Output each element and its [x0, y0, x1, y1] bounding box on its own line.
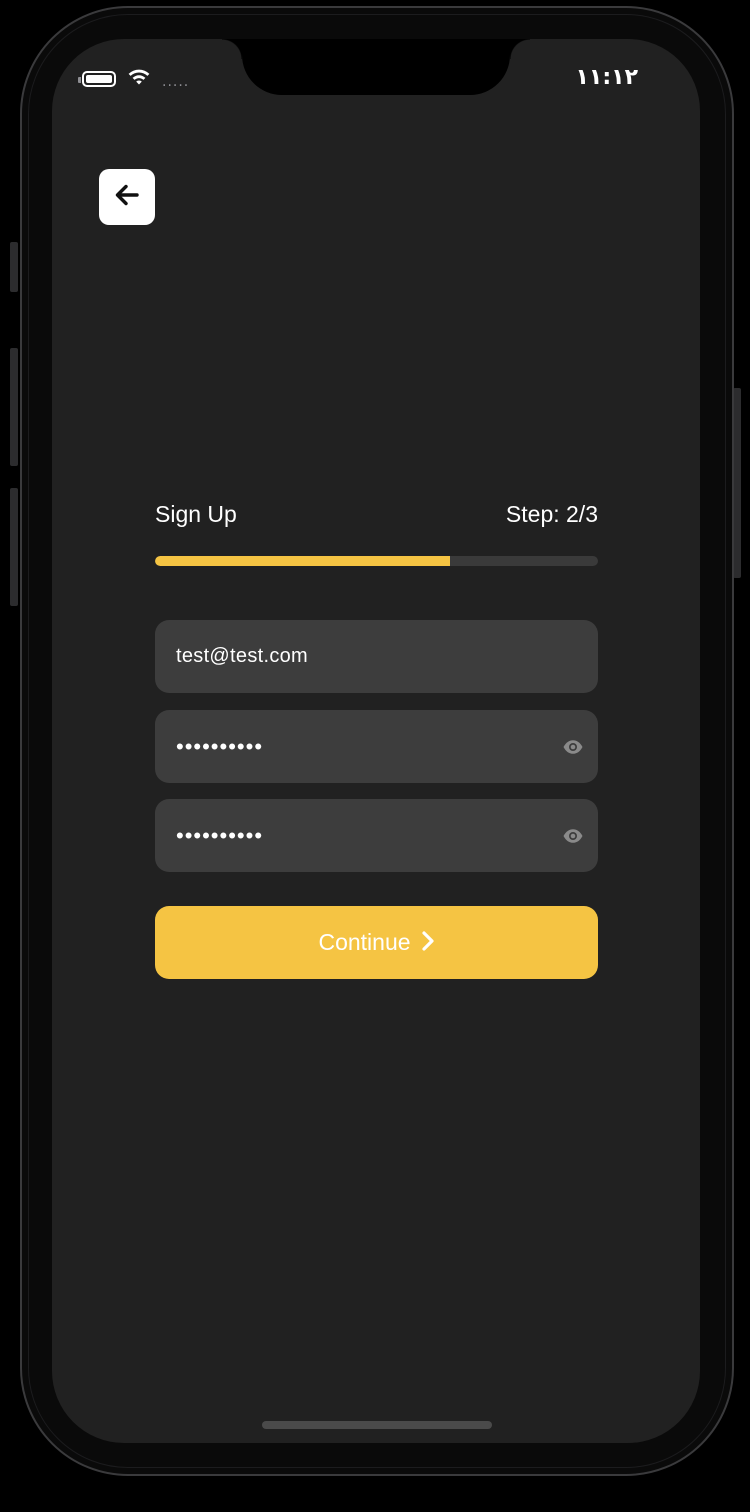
battery-icon [78, 71, 116, 87]
step-indicator: Step: 2/3 [505, 501, 598, 527]
password-field[interactable]: •••••••••• [155, 710, 598, 783]
page: ..... ١١:١٢ Sign Up Step: 2/3 test@test.… [0, 0, 750, 1512]
status-bar-left: ..... [78, 67, 190, 91]
wifi-icon [126, 67, 152, 91]
home-indicator [262, 1421, 492, 1429]
volume-down-button [10, 488, 18, 606]
app-screen: ..... ١١:١٢ Sign Up Step: 2/3 test@test.… [52, 39, 700, 1443]
progress-fill [155, 556, 451, 566]
page-title: Sign Up [155, 501, 237, 527]
volume-up-button [10, 348, 18, 466]
confirm-password-field-value: •••••••••• [176, 822, 264, 848]
back-button[interactable] [99, 169, 155, 225]
signup-header: Sign Up Step: 2/3 [155, 501, 598, 528]
status-time: ١١:١٢ [575, 65, 638, 90]
confirm-password-field[interactable]: •••••••••• [155, 799, 598, 872]
password-field-value: •••••••••• [176, 733, 264, 759]
show-confirm-password-eye-icon[interactable] [562, 825, 584, 847]
continue-button[interactable]: Continue [155, 906, 598, 979]
show-password-eye-icon[interactable] [562, 736, 584, 758]
continue-button-label: Continue [318, 929, 411, 955]
power-button [733, 388, 741, 578]
notch [222, 39, 530, 95]
signup-progress-bar [155, 556, 598, 566]
mute-switch [10, 242, 18, 292]
chevron-right-icon [421, 930, 435, 956]
email-field-value: test@test.com [176, 645, 309, 667]
arrow-left-icon [112, 180, 142, 214]
cellular-signal-icon: ..... [162, 74, 190, 90]
email-field[interactable]: test@test.com [155, 620, 598, 693]
